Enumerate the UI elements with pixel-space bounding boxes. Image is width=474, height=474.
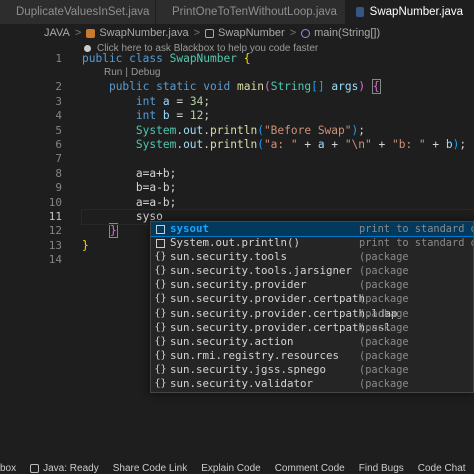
status-bar: box Java: Ready Share Code Link Explain … — [0, 462, 474, 474]
package-icon: {} — [154, 363, 167, 375]
line-number: 14 — [48, 253, 62, 267]
blackbox-icon — [84, 44, 91, 52]
comment-code-button[interactable]: Comment Code — [275, 463, 345, 474]
autocomplete-suggest-widget: sysout print to standard out System.out.… — [150, 221, 474, 393]
tab-label: SwapNumber.java — [369, 6, 463, 18]
line-number: 12 — [48, 224, 62, 238]
suggestion-item[interactable]: sysout print to standard out — [151, 222, 473, 238]
tab-print-one-to-ten[interactable]: PrintOneToTenWithoutLoop.java — [156, 0, 346, 24]
line-number: 9 — [55, 181, 62, 195]
find-bugs-button[interactable]: Find Bugs — [359, 463, 404, 474]
package-icon: {} — [154, 279, 167, 291]
line-number: 4 — [55, 109, 62, 123]
suggestion-item[interactable]: {} sun.security.provider.certpath.ssl (p… — [151, 321, 473, 335]
suggestion-item[interactable]: {} sun.security.provider (package — [151, 278, 473, 292]
java-file-icon — [356, 7, 364, 17]
line-number: 7 — [55, 152, 62, 166]
method-icon — [301, 28, 311, 38]
suggestion-detail: (package — [359, 363, 409, 376]
line-number-gutter: 1 2 3 4 5 6 7 8 9 10 11 12 13 14 — [0, 52, 66, 267]
run-codelens[interactable]: Run — [104, 67, 122, 78]
code-line: int b = 12; — [135, 109, 211, 123]
breadcrumb-item-folder[interactable]: JAVA — [44, 27, 70, 39]
status-item-java-ready[interactable]: Java: Ready — [30, 463, 99, 474]
tab-label: DuplicateValuesInSet.java — [16, 6, 150, 18]
breadcrumb: JAVA > SwapNumber.java > SwapNumber > ma… — [0, 24, 474, 42]
snippet-icon — [154, 224, 167, 234]
tab-duplicate-values-in-set[interactable]: DuplicateValuesInSet.java — [0, 0, 156, 24]
explain-code-button[interactable]: Explain Code — [201, 463, 260, 474]
line-number: 1 — [55, 52, 62, 65]
editor-tab-bar: DuplicateValuesInSet.java PrintOneToTenW… — [0, 0, 474, 24]
breadcrumb-separator: > — [289, 27, 297, 39]
package-icon: {} — [154, 251, 167, 263]
package-icon: {} — [154, 349, 167, 361]
breadcrumb-item-file[interactable]: SwapNumber.java — [99, 27, 188, 39]
line-number: 13 — [48, 238, 62, 252]
suggestion-detail: (package — [359, 279, 409, 292]
code-chat-button[interactable]: Code Chat — [418, 463, 466, 474]
suggestion-detail: print to standard out — [359, 237, 473, 250]
codelens: Run | Debug — [104, 67, 161, 79]
tab-label: PrintOneToTenWithoutLoop.java — [172, 6, 337, 18]
code-line: System.out.println("Before Swap"); — [135, 123, 365, 137]
line-number: 3 — [55, 94, 62, 108]
suggestion-detail: print to standard out — [359, 223, 473, 235]
package-icon: {} — [154, 265, 167, 277]
breadcrumb-separator: > — [193, 27, 201, 39]
code-line: a=a-b; — [135, 195, 177, 209]
suggestion-item[interactable]: {} sun.security.provider.certpath.ldap (… — [151, 307, 473, 321]
tab-swap-number[interactable]: SwapNumber.java — [346, 0, 474, 24]
suggestion-item[interactable]: {} sun.security.jgss.spnego (package — [151, 363, 473, 377]
breadcrumb-item-class[interactable]: SwapNumber — [218, 27, 285, 39]
suggestion-item[interactable]: {} sun.security.tools (package — [151, 250, 473, 264]
breadcrumb-item-method[interactable]: main(String[]) — [314, 27, 380, 39]
breadcrumb-separator: > — [74, 27, 82, 39]
line-number: 8 — [55, 166, 62, 180]
suggestion-detail: (package — [359, 307, 409, 320]
debug-codelens[interactable]: Debug — [131, 67, 160, 78]
codelens-spacer — [0, 66, 62, 80]
share-code-link-button[interactable]: Share Code Link — [113, 463, 188, 474]
suggestion-detail: (package — [359, 321, 409, 334]
suggestion-detail: (package — [359, 349, 409, 362]
line-number: 5 — [55, 123, 62, 137]
line-number: 6 — [55, 137, 62, 151]
suggestion-detail: (package — [359, 335, 409, 348]
code-line: b=a-b; — [135, 181, 177, 195]
suggestion-detail: (package — [359, 293, 409, 306]
code-line: int a = 34; — [135, 94, 211, 108]
code-line: a=a+b; — [135, 166, 177, 180]
suggestion-item[interactable]: System.out.println() print to standard o… — [151, 236, 473, 250]
line-number: 10 — [48, 195, 62, 209]
package-icon: {} — [154, 307, 167, 319]
package-icon: {} — [154, 321, 167, 333]
code-line: public class SwapNumber { — [82, 52, 251, 65]
suggestion-detail: (package — [359, 265, 409, 278]
class-icon — [205, 28, 215, 38]
suggestion-detail: (package — [359, 378, 409, 391]
suggestion-item[interactable]: {} sun.security.action (package — [151, 335, 473, 349]
code-line: public static void main(String[] args) { — [108, 79, 381, 95]
code-line: System.out.println("a: " + a + "\n" + "b… — [135, 137, 467, 151]
status-item-box[interactable]: box — [0, 463, 16, 474]
package-icon: {} — [154, 378, 167, 390]
package-icon: {} — [154, 293, 167, 305]
suggestion-detail: (package — [359, 251, 409, 264]
line-number-current: 11 — [48, 209, 62, 223]
java-status-icon — [30, 463, 40, 473]
suggestion-item[interactable]: {} sun.security.tools.jarsigner (package — [151, 264, 473, 278]
package-icon: {} — [154, 335, 167, 347]
line-number: 2 — [55, 80, 62, 94]
suggestion-item[interactable]: {} sun.security.validator (package — [151, 377, 473, 391]
java-file-icon — [86, 28, 96, 38]
suggestion-item[interactable]: {} sun.security.provider.certpath (packa… — [151, 292, 473, 306]
snippet-icon — [154, 238, 167, 248]
suggestion-item[interactable]: {} sun.rmi.registry.resources (package — [151, 349, 473, 363]
